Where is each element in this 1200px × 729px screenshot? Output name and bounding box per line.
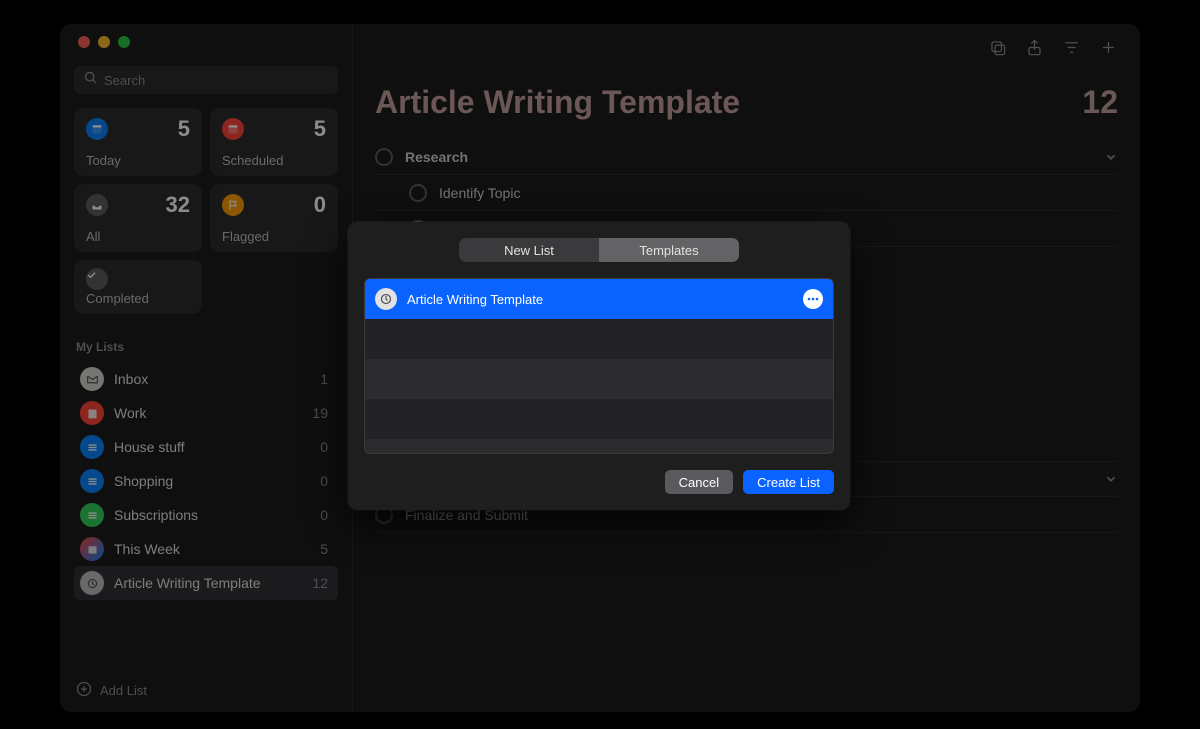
list-count: 1 <box>320 371 328 387</box>
tab-new-list[interactable]: New List <box>459 238 599 262</box>
segmented-control: New List Templates <box>459 238 739 262</box>
list-count: 0 <box>320 439 328 455</box>
chevron-down-icon[interactable] <box>1104 150 1118 164</box>
list-count: 12 <box>312 575 328 591</box>
my-lists: Inbox 1 Work 19 House stuff 0 Shopping 0… <box>74 362 338 600</box>
completed-label: Completed <box>86 291 190 306</box>
today-count: 5 <box>178 116 190 142</box>
all-count: 32 <box>166 192 190 218</box>
task-title: Identify Topic <box>439 185 520 201</box>
minimize-window-button[interactable] <box>98 36 110 48</box>
plus-icon[interactable] <box>1099 38 1118 62</box>
duplicate-icon[interactable] <box>988 38 1007 62</box>
all-label: All <box>86 229 100 244</box>
list-count: 0 <box>320 473 328 489</box>
template-list: Article Writing Template <box>364 278 834 454</box>
list-name: Inbox <box>114 371 310 387</box>
template-more-button[interactable] <box>803 289 823 309</box>
list-count: 19 <box>312 405 328 421</box>
sidebar-list-this-week[interactable]: This Week 5 <box>74 532 338 566</box>
list-name: Subscriptions <box>114 507 310 523</box>
search-input[interactable] <box>104 73 328 88</box>
list-name: House stuff <box>114 439 310 455</box>
close-window-button[interactable] <box>78 36 90 48</box>
template-row-empty <box>365 359 833 399</box>
plus-circle-icon <box>76 681 92 700</box>
today-label: Today <box>86 153 121 168</box>
my-lists-header: My Lists <box>74 340 338 362</box>
list-count: 0 <box>320 507 328 523</box>
tray-icon <box>86 194 108 216</box>
sidebar: 5 Today 5 Scheduled 32 All <box>60 24 353 712</box>
page-title: Article Writing Template <box>375 84 740 121</box>
sidebar-list-house[interactable]: House stuff 0 <box>74 430 338 464</box>
task-title: Research <box>405 149 468 165</box>
smart-list-scheduled[interactable]: 5 Scheduled <box>210 108 338 176</box>
zoom-window-button[interactable] <box>118 36 130 48</box>
task-checkbox[interactable] <box>375 148 393 166</box>
sidebar-list-inbox[interactable]: Inbox 1 <box>74 362 338 396</box>
smart-list-today[interactable]: 5 Today <box>74 108 202 176</box>
create-list-button[interactable]: Create List <box>743 470 834 494</box>
new-list-sheet: New List Templates Article Writing Templ… <box>348 222 850 510</box>
smart-list-all[interactable]: 32 All <box>74 184 202 252</box>
page-count: 12 <box>1082 84 1118 121</box>
calendar-today-icon <box>86 118 108 140</box>
add-list-label: Add List <box>100 683 147 698</box>
list-name: Work <box>114 405 302 421</box>
task-row-identify-topic[interactable]: Identify Topic <box>375 175 1118 211</box>
list-count: 5 <box>320 541 328 557</box>
template-name: Article Writing Template <box>407 292 793 307</box>
window-controls <box>74 36 338 48</box>
sidebar-list-article-template[interactable]: Article Writing Template 12 <box>74 566 338 600</box>
task-checkbox[interactable] <box>409 184 427 202</box>
sidebar-list-subscriptions[interactable]: Subscriptions 0 <box>74 498 338 532</box>
flagged-label: Flagged <box>222 229 269 244</box>
search-box[interactable] <box>74 66 338 94</box>
tab-templates[interactable]: Templates <box>599 238 739 262</box>
toolbar <box>988 38 1118 62</box>
list-name: Shopping <box>114 473 310 489</box>
sheet-buttons: Cancel Create List <box>364 470 834 494</box>
scheduled-label: Scheduled <box>222 153 283 168</box>
add-list-button[interactable]: Add List <box>74 669 338 712</box>
template-row-empty <box>365 399 833 439</box>
smart-list-completed[interactable]: Completed <box>74 260 202 314</box>
smart-lists-grid: 5 Today 5 Scheduled 32 All <box>74 108 338 252</box>
list-name: This Week <box>114 541 310 557</box>
template-row-empty <box>365 319 833 359</box>
flagged-count: 0 <box>314 192 326 218</box>
template-row-selected[interactable]: Article Writing Template <box>365 279 833 319</box>
sidebar-list-shopping[interactable]: Shopping 0 <box>74 464 338 498</box>
share-icon[interactable] <box>1025 38 1044 62</box>
flag-icon <box>222 194 244 216</box>
list-name: Article Writing Template <box>114 575 302 591</box>
page-header: Article Writing Template 12 <box>375 84 1118 121</box>
sidebar-list-work[interactable]: Work 19 <box>74 396 338 430</box>
search-icon <box>84 71 104 90</box>
filter-icon[interactable] <box>1062 38 1081 62</box>
template-icon <box>375 288 397 310</box>
chevron-down-icon[interactable] <box>1104 472 1118 486</box>
scheduled-count: 5 <box>314 116 326 142</box>
cancel-button[interactable]: Cancel <box>665 470 733 494</box>
smart-list-flagged[interactable]: 0 Flagged <box>210 184 338 252</box>
calendar-icon <box>222 118 244 140</box>
checkmark-icon <box>86 268 108 290</box>
task-row-research[interactable]: Research <box>375 139 1118 175</box>
